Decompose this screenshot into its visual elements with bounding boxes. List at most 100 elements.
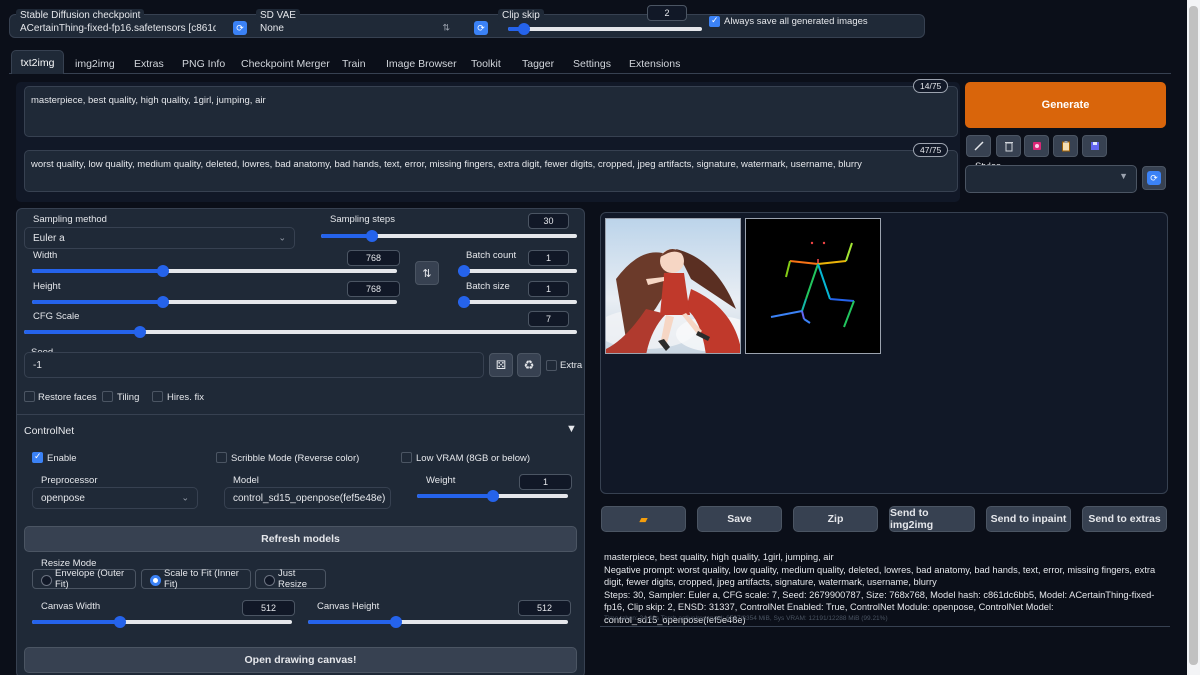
swap-dimensions-icon[interactable]: ⇅ bbox=[415, 261, 439, 285]
controlnet-enable-checkbox[interactable] bbox=[32, 451, 43, 463]
tiling-checkbox[interactable] bbox=[102, 391, 113, 402]
scribble-mode-checkbox[interactable] bbox=[216, 452, 227, 463]
tab-toolkit[interactable]: Toolkit bbox=[471, 54, 501, 74]
controlnet-model-value: control_sd15_openpose(fef5e48e) bbox=[233, 492, 386, 504]
refresh-models-button[interactable]: Refresh models bbox=[24, 526, 577, 552]
chevron-down-icon: ⌄ bbox=[278, 232, 286, 243]
clipboard-icon[interactable] bbox=[1053, 135, 1078, 157]
time-taken-info: Time taken: 24.46s Torch active/reserved… bbox=[604, 615, 888, 622]
weight-slider[interactable] bbox=[417, 489, 568, 503]
weight-input[interactable]: 1 bbox=[519, 474, 572, 490]
clip-skip-slider[interactable] bbox=[508, 22, 702, 36]
controlnet-model-select[interactable]: control_sd15_openpose(fef5e48e) ⌄ bbox=[224, 487, 391, 509]
height-slider[interactable] bbox=[32, 295, 397, 309]
open-drawing-canvas-label: Open drawing canvas! bbox=[244, 654, 357, 666]
canvas-width-input[interactable]: 512 bbox=[242, 600, 295, 616]
controlnet-divider bbox=[16, 414, 585, 415]
save-style-icon[interactable] bbox=[1082, 135, 1107, 157]
sampling-method-label: Sampling method bbox=[29, 213, 111, 226]
refresh-models-label: Refresh models bbox=[261, 533, 340, 545]
tab-extras[interactable]: Extras bbox=[134, 54, 164, 74]
resize-envelope-option[interactable]: Envelope (Outer Fit) bbox=[32, 568, 136, 590]
updown-chevron-icon: ⇅ bbox=[442, 22, 450, 33]
refresh-styles-glyph: ⟳ bbox=[1147, 171, 1161, 185]
positive-prompt-text: masterpiece, best quality, high quality,… bbox=[31, 95, 266, 106]
tab-tagger[interactable]: Tagger bbox=[522, 54, 554, 74]
canvas-height-input[interactable]: 512 bbox=[518, 600, 571, 616]
resize-just-resize-label: Just Resize bbox=[278, 568, 308, 590]
refresh-checkpoint-icon[interactable]: ⟳ bbox=[233, 21, 247, 35]
width-slider[interactable] bbox=[32, 264, 397, 278]
resize-envelope-label: Envelope (Outer Fit) bbox=[55, 568, 125, 590]
collapse-triangle-icon[interactable]: ▼ bbox=[566, 423, 577, 435]
tab-txt2img-active[interactable]: txt2img bbox=[11, 50, 64, 74]
seed-input[interactable]: -1 bbox=[24, 352, 484, 378]
sampling-steps-input[interactable]: 30 bbox=[528, 213, 569, 229]
tab-settings[interactable]: Settings bbox=[573, 54, 611, 74]
resize-just-resize-option[interactable]: Just Resize bbox=[255, 568, 326, 590]
styles-select[interactable]: ▼ bbox=[965, 165, 1137, 193]
tab-image-browser[interactable]: Image Browser bbox=[386, 54, 457, 74]
random-seed-dice-icon[interactable]: ⚄ bbox=[489, 353, 513, 377]
hires-fix-checkbox[interactable] bbox=[152, 391, 163, 402]
batch-size-slider[interactable] bbox=[458, 295, 577, 309]
open-drawing-canvas-button[interactable]: Open drawing canvas! bbox=[24, 647, 577, 673]
anime-girl-illustration bbox=[606, 249, 740, 353]
preprocessor-select[interactable]: openpose ⌄ bbox=[32, 487, 198, 509]
tab-checkpoint-merger[interactable]: Checkpoint Merger bbox=[241, 54, 330, 74]
send-to-inpaint-label: Send to inpaint bbox=[990, 513, 1067, 525]
read-params-icon[interactable] bbox=[966, 135, 991, 157]
preprocessor-label: Preprocessor bbox=[41, 475, 98, 486]
checkpoint-select[interactable]: ACertainThing-fixed-fp16.safetensors [c8… bbox=[12, 20, 224, 36]
vae-value: None bbox=[260, 22, 284, 34]
cfg-scale-slider[interactable] bbox=[24, 325, 577, 339]
batch-count-slider[interactable] bbox=[458, 264, 577, 278]
negative-prompt-textarea[interactable]: worst quality, low quality, medium quali… bbox=[24, 150, 958, 192]
openpose-skeleton-image[interactable] bbox=[745, 218, 881, 354]
restore-faces-label: Restore faces bbox=[38, 392, 97, 403]
zip-button-label: Zip bbox=[827, 513, 844, 525]
restore-faces-checkbox[interactable] bbox=[24, 391, 35, 402]
controlnet-title[interactable]: ControlNet bbox=[24, 425, 74, 437]
negative-token-counter: 47/75 bbox=[913, 143, 949, 157]
sampling-steps-slider[interactable] bbox=[321, 229, 577, 243]
zip-button[interactable]: Zip bbox=[793, 506, 878, 532]
refresh-vae-icon[interactable]: ⟳ bbox=[474, 21, 488, 35]
tiling-label: Tiling bbox=[117, 392, 140, 403]
generated-image-thumbnail[interactable] bbox=[605, 218, 741, 354]
height-label: Height bbox=[33, 281, 61, 292]
low-vram-label: Low VRAM (8GB or below) bbox=[416, 453, 531, 464]
reuse-seed-recycle-icon[interactable]: ♻ bbox=[517, 353, 541, 377]
canvas-height-slider[interactable] bbox=[308, 615, 568, 629]
negative-prompt-text: worst quality, low quality, medium quali… bbox=[31, 159, 862, 170]
low-vram-checkbox[interactable] bbox=[401, 452, 412, 463]
refresh-styles-icon[interactable]: ⟳ bbox=[1142, 166, 1166, 190]
canvas-width-slider[interactable] bbox=[32, 615, 292, 629]
positive-prompt-textarea[interactable]: masterpiece, best quality, high quality,… bbox=[24, 86, 958, 137]
tab-train[interactable]: Train bbox=[342, 54, 366, 74]
clip-skip-input[interactable]: 2 bbox=[647, 5, 687, 21]
trash-icon[interactable] bbox=[996, 135, 1021, 157]
cfg-scale-label: CFG Scale bbox=[33, 311, 80, 322]
tab-img2img[interactable]: img2img bbox=[75, 54, 115, 74]
tab-png-info[interactable]: PNG Info bbox=[182, 54, 225, 74]
dropdown-triangle-icon: ▼ bbox=[1119, 171, 1128, 181]
sampling-steps-label: Sampling steps bbox=[330, 214, 395, 225]
page-scrollbar-thumb[interactable] bbox=[1189, 6, 1198, 665]
open-folder-button[interactable]: ▰ bbox=[601, 506, 686, 532]
always-save-checkbox[interactable] bbox=[709, 15, 720, 27]
save-button-label: Save bbox=[727, 513, 752, 525]
extra-seed-checkbox[interactable] bbox=[546, 360, 557, 371]
send-to-extras-button[interactable]: Send to extras bbox=[1082, 506, 1167, 532]
tab-extensions[interactable]: Extensions bbox=[629, 54, 680, 74]
resize-scale-to-fit-option[interactable]: Scale to Fit (Inner Fit) bbox=[141, 568, 251, 590]
vae-select[interactable]: None ⇅ bbox=[252, 20, 458, 36]
generate-button[interactable]: Generate bbox=[965, 82, 1166, 128]
width-label: Width bbox=[33, 250, 58, 261]
checkpoint-value: ACertainThing-fixed-fp16.safetensors [c8… bbox=[20, 22, 216, 34]
extra-networks-icon[interactable] bbox=[1024, 135, 1049, 157]
save-button[interactable]: Save bbox=[697, 506, 782, 532]
send-to-inpaint-button[interactable]: Send to inpaint bbox=[986, 506, 1071, 532]
sampling-method-select[interactable]: Euler a ⌄ bbox=[24, 227, 295, 249]
send-to-img2img-button[interactable]: Send to img2img bbox=[889, 506, 975, 532]
